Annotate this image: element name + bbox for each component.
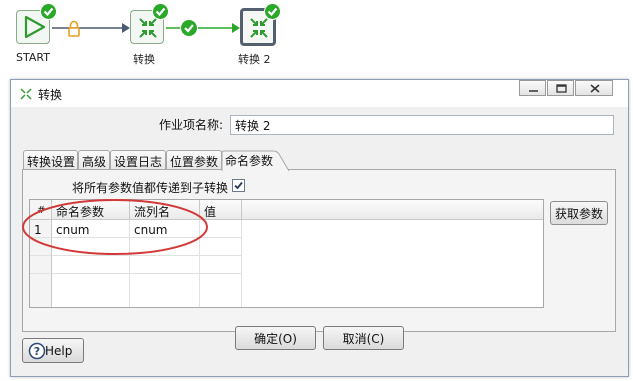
close-button[interactable] (575, 80, 613, 96)
maximize-button[interactable] (547, 80, 574, 96)
ok-button[interactable]: 确定(O) (235, 326, 316, 350)
dialog-titlebar[interactable]: 转换 (11, 80, 628, 107)
empty-cell (52, 238, 130, 256)
close-icon (590, 84, 600, 93)
cancel-button[interactable]: 取消(C) (323, 326, 404, 350)
locked-hop[interactable] (52, 18, 130, 38)
column-header-filler (242, 200, 543, 220)
transform-dialog: 转换 作业项名称: 转换设置 高级 设置日志 位置参数 命名参数 将所有参数值都… (10, 79, 629, 377)
empty-cell (130, 256, 200, 274)
empty-cell (52, 274, 130, 307)
transform-icon (20, 88, 32, 100)
empty-cell (52, 256, 130, 274)
named-params-panel: 将所有参数值都传递到子转换 ⌃ # 命名参数 流列名 值 1 cnum cnum (22, 169, 616, 332)
tab-named-params[interactable]: 命名参数 (222, 150, 278, 171)
empty-cell (200, 238, 242, 256)
maximize-icon (556, 84, 567, 93)
minimize-icon (529, 90, 538, 92)
tab-positional-params[interactable]: 位置参数 (166, 150, 222, 170)
hop-success-icon (180, 19, 198, 37)
empty-cell (130, 238, 200, 256)
column-header-value[interactable]: 值 (200, 200, 242, 220)
pass-all-params-checkbox[interactable] (232, 179, 245, 192)
row-number-cell[interactable]: 1 (30, 220, 52, 238)
stream-column-cell[interactable]: cnum (130, 220, 200, 238)
success-hop[interactable] (166, 18, 240, 38)
empty-cell (200, 274, 242, 307)
column-header-row-number[interactable]: ⌃ # (30, 200, 52, 220)
success-check-icon (264, 3, 281, 20)
named-params-table: ⌃ # 命名参数 流列名 值 1 cnum cnum (29, 199, 544, 308)
param-cell[interactable]: cnum (52, 220, 130, 238)
tab-transform-settings[interactable]: 转换设置 (23, 150, 78, 170)
node-label-transform-1: 转换 (133, 53, 155, 66)
job-entry-name-label: 作业项名称: (159, 118, 224, 132)
empty-row-number (30, 256, 52, 274)
empty-cell (200, 256, 242, 274)
pass-all-params-label: 将所有参数值都传递到子转换 (72, 181, 229, 195)
value-cell[interactable] (200, 220, 242, 238)
column-header-param[interactable]: 命名参数 (52, 200, 130, 220)
empty-row-number (30, 238, 52, 256)
help-button[interactable]: ? Help (22, 338, 84, 363)
dialog-title: 转换 (38, 88, 63, 102)
column-header-stream-column[interactable]: 流列名 (130, 200, 200, 220)
checkmark-icon (234, 181, 243, 190)
node-label-transform-2: 转换 2 (238, 53, 271, 66)
tab-advanced[interactable]: 高级 (78, 150, 110, 170)
tab-logging[interactable]: 设置日志 (110, 150, 166, 170)
job-entry-name-input[interactable] (230, 115, 614, 135)
help-icon: ? (28, 342, 46, 360)
help-label: Help (45, 343, 73, 358)
empty-row-number (30, 274, 52, 307)
minimize-button[interactable] (519, 80, 546, 96)
lock-icon (68, 20, 80, 37)
get-params-button[interactable]: 获取参数 (550, 201, 608, 225)
node-label-start: START (16, 51, 50, 64)
svg-text:?: ? (34, 345, 40, 358)
empty-cell (130, 274, 200, 307)
